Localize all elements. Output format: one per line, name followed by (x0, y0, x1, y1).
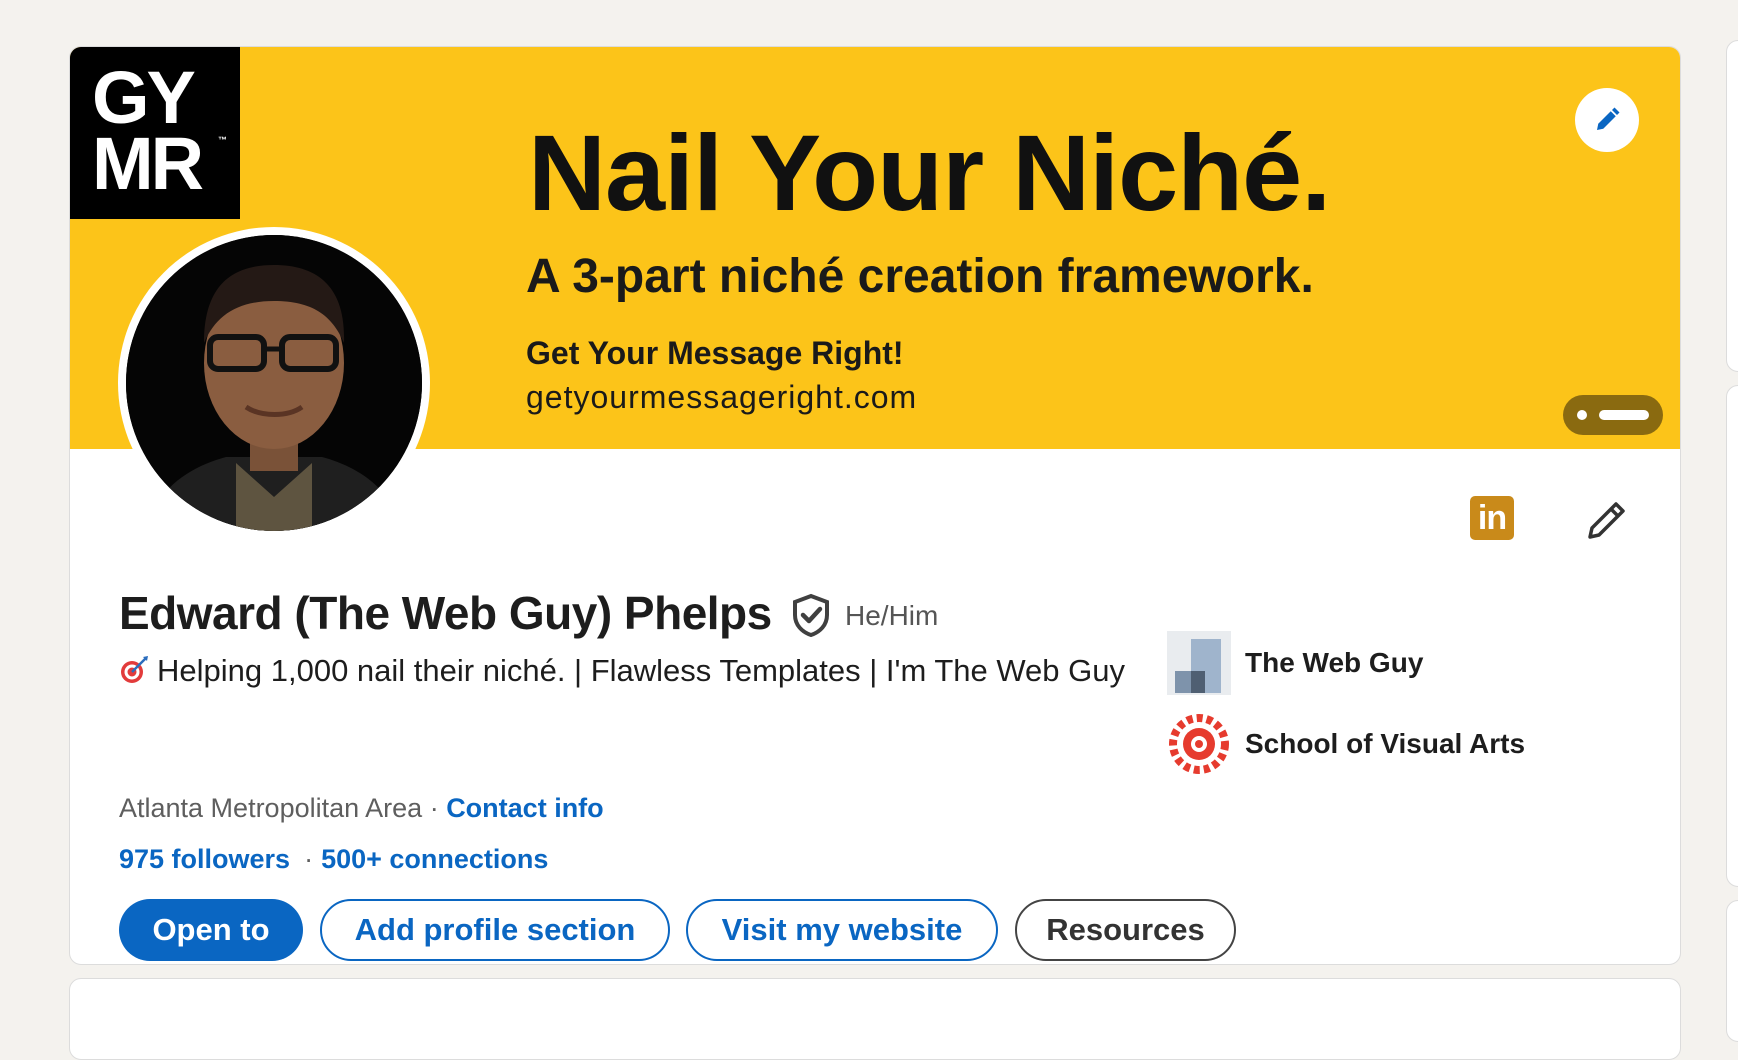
edit-banner-button[interactable] (1575, 88, 1639, 152)
current-company[interactable]: The Web Guy (1167, 631, 1423, 695)
location: Atlanta Metropolitan Area (119, 793, 423, 823)
banner-subtitle: A 3-part niché creation framework. (526, 250, 1314, 303)
avatar-photo (126, 235, 422, 531)
banner-carousel-indicator[interactable] (1563, 395, 1663, 435)
education-school[interactable]: School of Visual Arts (1167, 712, 1525, 776)
connections-link[interactable]: 500+ connections (321, 844, 548, 874)
carousel-dot-active[interactable] (1599, 410, 1649, 420)
location-row: Atlanta Metropolitan Area · Contact info (119, 791, 604, 825)
network-stats: 975 followers · 500+ connections (119, 842, 548, 876)
gymr-logo: GY MR ™ (70, 47, 240, 219)
pronouns: He/Him (845, 600, 939, 631)
stats-separator: · (304, 844, 314, 874)
company-logo-icon (1167, 631, 1231, 695)
company-name: The Web Guy (1245, 647, 1424, 678)
banner-tagline: Get Your Message Right! (526, 335, 904, 371)
profile-name: Edward (The Web Guy) Phelps (119, 587, 772, 639)
edit-intro-button[interactable] (1580, 495, 1632, 547)
banner-title: Nail Your Niché. (528, 112, 1331, 233)
location-separator: · (422, 793, 447, 823)
add-profile-section-button[interactable]: Add profile section (320, 899, 670, 961)
school-name: School of Visual Arts (1245, 728, 1526, 759)
resources-button[interactable]: Resources (1015, 899, 1236, 961)
pencil-icon (1597, 107, 1620, 130)
followers-link[interactable]: 975 followers (119, 844, 290, 874)
next-section-card (69, 978, 1681, 1060)
person-photo-icon (126, 235, 422, 531)
profile-intro-card: GY MR ™ Nail Your Niché. A 3-part niché … (69, 46, 1681, 965)
open-to-button[interactable]: Open to (119, 899, 303, 961)
avatar[interactable] (118, 227, 430, 539)
logo-trademark: ™ (218, 135, 227, 145)
headline-text: Helping 1,000 nail their niché. | Flawle… (157, 653, 1125, 688)
right-rail-card (1726, 900, 1738, 1042)
logo-line-2: MR (92, 122, 204, 205)
right-rail-card (1726, 385, 1738, 887)
contact-info-link[interactable]: Contact info (446, 793, 603, 823)
carousel-dot[interactable] (1577, 410, 1587, 420)
pencil-icon (1588, 502, 1625, 539)
right-rail-card (1726, 40, 1738, 372)
profile-headline: Helping 1,000 nail their niché. | Flawle… (119, 651, 1129, 691)
linkedin-icon[interactable]: in (1470, 496, 1514, 540)
banner-url: getyourmessageright.com (526, 379, 918, 415)
verified-shield-icon[interactable] (790, 593, 832, 637)
target-emoji-icon (121, 656, 148, 683)
school-logo-icon (1167, 712, 1231, 776)
visit-website-button[interactable]: Visit my website (686, 899, 998, 961)
